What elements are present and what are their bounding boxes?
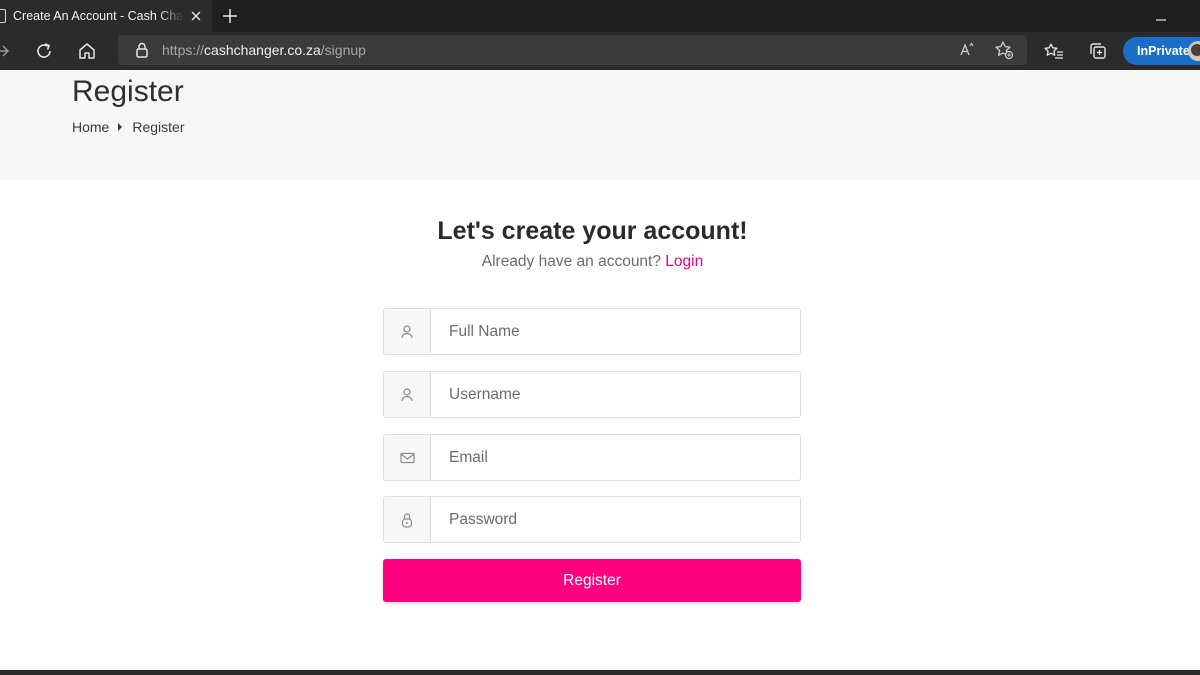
breadcrumb-current: Register bbox=[132, 119, 185, 135]
url-scheme: https:// bbox=[162, 42, 205, 58]
url-path: /signup bbox=[320, 42, 366, 58]
email-field bbox=[383, 434, 801, 481]
login-prompt-text: Already have an account? bbox=[481, 253, 661, 270]
login-link[interactable]: Login bbox=[665, 253, 703, 270]
url-text[interactable]: https://cashchanger.co.za/signup bbox=[162, 42, 366, 58]
lock-icon[interactable] bbox=[130, 38, 154, 62]
breadcrumb-separator-icon bbox=[118, 123, 123, 131]
browser-tab-strip: Create An Account - Cash Changer bbox=[0, 0, 1200, 32]
page-favicon-icon bbox=[0, 9, 6, 23]
favorites-icon[interactable] bbox=[1042, 39, 1066, 63]
tab-title: Create An Account - Cash Changer bbox=[13, 9, 184, 23]
read-aloud-icon[interactable] bbox=[956, 38, 980, 62]
password-addon bbox=[384, 497, 431, 542]
full-name-addon bbox=[384, 309, 431, 354]
close-tab-icon[interactable] bbox=[187, 6, 205, 26]
page-title: Register bbox=[72, 75, 184, 108]
breadcrumb: Home Register bbox=[72, 119, 185, 135]
url-host: cashchanger.co.za bbox=[204, 42, 321, 58]
address-bar[interactable]: https://cashchanger.co.za/signup bbox=[118, 35, 1027, 65]
register-button[interactable]: Register bbox=[383, 559, 801, 602]
footer-strip bbox=[0, 670, 1200, 675]
collections-icon[interactable] bbox=[1086, 39, 1110, 63]
browser-toolbar: https://cashchanger.co.za/signup InPriva… bbox=[0, 32, 1200, 70]
full-name-input[interactable] bbox=[432, 309, 800, 354]
new-tab-icon[interactable] bbox=[218, 4, 242, 28]
forward-arrow-icon[interactable] bbox=[0, 39, 14, 63]
home-icon[interactable] bbox=[75, 39, 99, 63]
password-input[interactable] bbox=[432, 497, 800, 542]
add-favorite-icon[interactable] bbox=[992, 38, 1016, 62]
minimize-window-icon[interactable] bbox=[1150, 4, 1172, 28]
browser-tab[interactable]: Create An Account - Cash Changer bbox=[0, 0, 212, 32]
full-name-field bbox=[383, 308, 801, 355]
email-input[interactable] bbox=[432, 435, 800, 480]
refresh-icon[interactable] bbox=[32, 39, 56, 63]
email-addon bbox=[384, 435, 431, 480]
envelope-icon bbox=[400, 452, 415, 464]
lock-icon bbox=[401, 513, 413, 528]
username-input[interactable] bbox=[432, 372, 800, 417]
username-addon bbox=[384, 372, 431, 417]
user-icon bbox=[401, 388, 413, 402]
page-header: Register Home Register bbox=[0, 70, 1200, 180]
breadcrumb-home[interactable]: Home bbox=[72, 119, 109, 135]
password-field bbox=[383, 496, 801, 543]
user-icon bbox=[401, 325, 413, 339]
form-heading: Let's create your account! bbox=[437, 217, 748, 245]
username-field bbox=[383, 371, 801, 418]
form-subheading: Already have an account? Login bbox=[0, 252, 1185, 272]
